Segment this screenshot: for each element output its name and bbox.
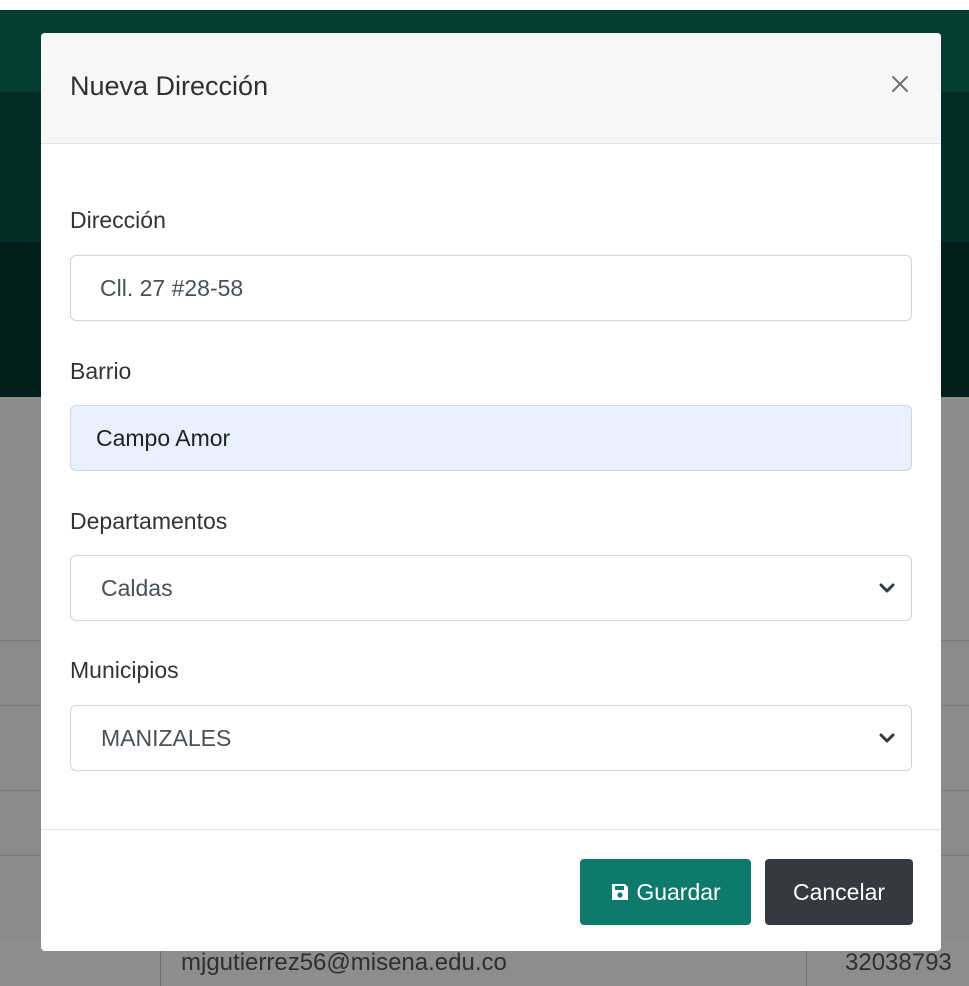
- save-button[interactable]: Guardar: [580, 859, 751, 925]
- barrio-label: Barrio: [70, 358, 132, 384]
- modal-title: Nueva Dirección: [70, 71, 269, 101]
- modal-footer: Guardar Cancelar: [41, 829, 941, 951]
- municipios-selected-value: MANIZALES: [101, 725, 232, 751]
- barrio-input[interactable]: Campo Amor: [70, 405, 912, 471]
- municipios-label: Municipios: [70, 657, 179, 683]
- municipios-select[interactable]: MANIZALES: [70, 705, 912, 771]
- direccion-label: Dirección: [70, 207, 166, 233]
- modal-header: Nueva Dirección: [41, 33, 941, 144]
- close-button[interactable]: [885, 67, 915, 101]
- departamentos-select[interactable]: Caldas: [70, 555, 912, 621]
- top-strip: [0, 0, 969, 10]
- save-icon: [612, 884, 629, 900]
- departamentos-label: Departamentos: [70, 508, 228, 534]
- save-button-label: Guardar: [636, 879, 721, 905]
- cancel-button[interactable]: Cancelar: [765, 859, 913, 925]
- departamentos-selected-value: Caldas: [101, 575, 173, 601]
- new-address-modal: Nueva Dirección Dirección Cll. 27 #28-58…: [41, 33, 941, 951]
- chevron-down-icon: [879, 583, 895, 593]
- close-icon: [892, 76, 908, 92]
- direccion-input[interactable]: Cll. 27 #28-58: [70, 255, 912, 321]
- chevron-down-icon: [879, 733, 895, 743]
